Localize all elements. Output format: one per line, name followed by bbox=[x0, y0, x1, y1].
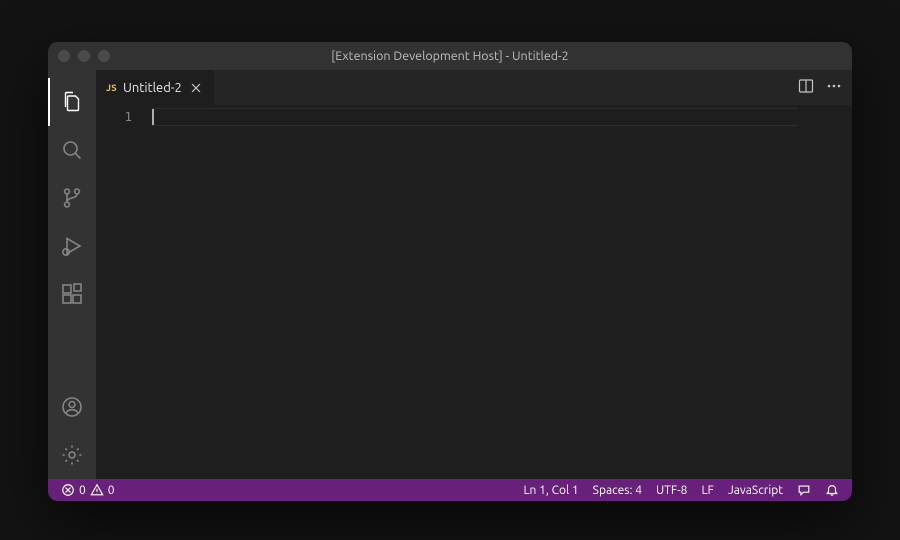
settings-gear-icon[interactable] bbox=[48, 431, 96, 479]
status-bar: 0 0 Ln 1, Col 1 Spaces: 4 UTF-8 LF JavaS… bbox=[48, 479, 852, 501]
close-window-dot[interactable] bbox=[58, 50, 70, 62]
current-line-highlight bbox=[152, 108, 798, 126]
editor-group: JS Untitled-2 1 bbox=[96, 70, 852, 479]
run-debug-icon[interactable] bbox=[48, 222, 96, 270]
text-editor[interactable]: 1 bbox=[96, 105, 852, 479]
status-encoding[interactable]: UTF-8 bbox=[651, 479, 692, 501]
more-actions-icon[interactable] bbox=[826, 78, 842, 97]
tab-bar: JS Untitled-2 bbox=[96, 70, 852, 105]
window-controls bbox=[58, 50, 110, 62]
extensions-icon[interactable] bbox=[48, 270, 96, 318]
status-cursor-position[interactable]: Ln 1, Col 1 bbox=[518, 479, 583, 501]
line-number-gutter: 1 bbox=[96, 105, 152, 479]
window-title: [Extension Development Host] - Untitled-… bbox=[48, 49, 852, 63]
split-editor-icon[interactable] bbox=[798, 78, 814, 97]
explorer-icon[interactable] bbox=[48, 78, 96, 126]
status-bell-icon[interactable] bbox=[820, 479, 844, 501]
workbench-body: JS Untitled-2 1 bbox=[48, 70, 852, 479]
zoom-window-dot[interactable] bbox=[98, 50, 110, 62]
tab-label: Untitled-2 bbox=[123, 81, 182, 95]
close-tab-icon[interactable] bbox=[188, 80, 204, 96]
status-eol[interactable]: LF bbox=[696, 479, 718, 501]
status-indentation[interactable]: Spaces: 4 bbox=[588, 479, 647, 501]
js-file-icon: JS bbox=[106, 82, 117, 93]
line-number: 1 bbox=[96, 108, 132, 126]
source-control-icon[interactable] bbox=[48, 174, 96, 222]
accounts-icon[interactable] bbox=[48, 383, 96, 431]
status-problems[interactable]: 0 0 bbox=[56, 479, 120, 501]
status-warning-count: 0 bbox=[108, 484, 115, 497]
search-icon[interactable] bbox=[48, 126, 96, 174]
editor-actions bbox=[788, 70, 852, 105]
status-error-count: 0 bbox=[79, 484, 86, 497]
error-icon bbox=[61, 483, 75, 497]
activity-bar bbox=[48, 70, 96, 479]
app-window: [Extension Development Host] - Untitled-… bbox=[48, 42, 852, 501]
text-cursor bbox=[152, 109, 154, 125]
minimize-window-dot[interactable] bbox=[78, 50, 90, 62]
tab-active[interactable]: JS Untitled-2 bbox=[96, 70, 215, 105]
warning-icon bbox=[90, 483, 104, 497]
titlebar[interactable]: [Extension Development Host] - Untitled-… bbox=[48, 42, 852, 70]
editor-content[interactable] bbox=[152, 105, 852, 479]
status-feedback-icon[interactable] bbox=[792, 479, 816, 501]
status-language-mode[interactable]: JavaScript bbox=[723, 479, 788, 501]
